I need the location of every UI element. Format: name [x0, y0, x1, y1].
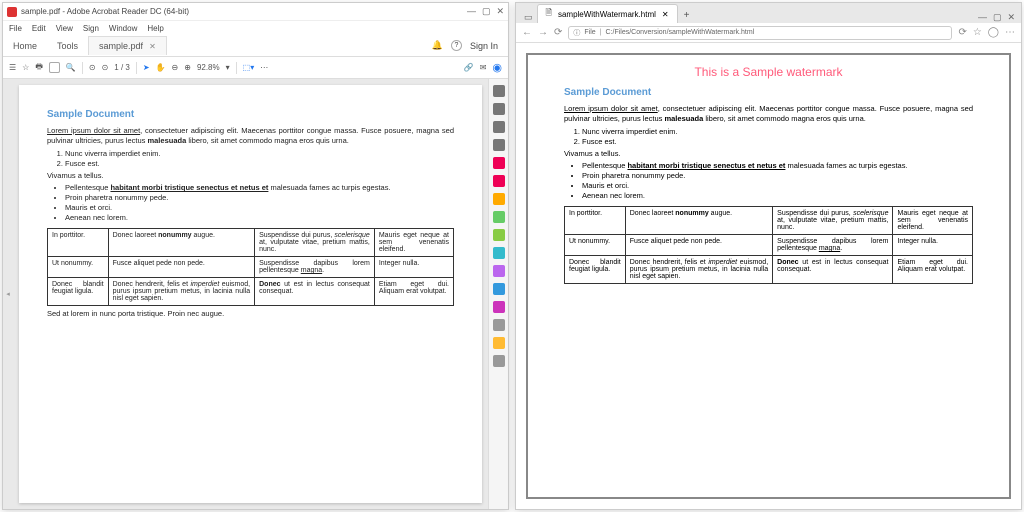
star-icon[interactable]: ☆: [22, 63, 29, 72]
menu-file[interactable]: File: [9, 24, 22, 33]
pointer-icon[interactable]: ➤: [143, 63, 150, 72]
back-button[interactable]: ←: [522, 27, 532, 38]
read-aloud-icon[interactable]: ⟳: [958, 27, 966, 38]
file-icon: ⓘ: [573, 28, 580, 38]
address-bar[interactable]: ⓘ File | C:/Files/Conversion/sampleWithW…: [568, 26, 952, 40]
tool-icon-14[interactable]: [493, 337, 505, 349]
browser-tabstrip: ▭ 🗎 sampleWithWatermark.html ✕ + —▢✕: [516, 3, 1021, 23]
tool-icon-9[interactable]: [493, 247, 505, 259]
new-tab-button[interactable]: +: [678, 8, 696, 23]
help-icon[interactable]: ?: [451, 40, 462, 51]
bell-icon[interactable]: 🔔: [432, 40, 443, 51]
tool-icon-8[interactable]: [493, 229, 505, 241]
tool-icon-4[interactable]: [493, 157, 505, 169]
browser-toolbar: ← → ⟳ ⓘ File | C:/Files/Conversion/sampl…: [516, 23, 1021, 43]
close-icon[interactable]: ✕: [662, 10, 669, 19]
account-icon[interactable]: ◉: [492, 61, 502, 74]
forward-button[interactable]: →: [538, 27, 548, 38]
close-icon: ✕: [496, 6, 504, 17]
tool-icon-12[interactable]: [493, 301, 505, 313]
left-panel-toggle[interactable]: ◂: [3, 79, 13, 509]
tool-icon-3[interactable]: [493, 139, 505, 151]
doc-table: In porttitor.Donec laoreet nonummy augue…: [564, 206, 973, 284]
menu-edit[interactable]: Edit: [32, 24, 46, 33]
page-up-icon[interactable]: ⊙: [89, 63, 96, 72]
menu-view[interactable]: View: [56, 24, 73, 33]
fit-icon[interactable]: ⬚▾: [243, 63, 255, 72]
tab-document[interactable]: sample.pdf✕: [88, 36, 167, 55]
menu-window[interactable]: Window: [109, 24, 137, 33]
pdf-page: Sample Document Lorem ipsum dolor sit am…: [19, 85, 482, 503]
watermark-text: This is a Sample watermark: [564, 65, 973, 79]
acrobat-right-tools: [488, 79, 508, 509]
sidebar-toggle-icon[interactable]: ☰: [9, 63, 16, 72]
tool-icon-0[interactable]: [493, 85, 505, 97]
maximize-icon: ▢: [482, 6, 491, 17]
hand-icon[interactable]: ✋: [156, 63, 166, 72]
tool-icon-2[interactable]: [493, 121, 505, 133]
page-down-icon[interactable]: ⊙: [102, 63, 109, 72]
html-page: This is a Sample watermark Sample Docume…: [526, 53, 1011, 499]
page-icon: 🗎: [546, 7, 552, 21]
tool-icon-10[interactable]: [493, 265, 505, 277]
favorites-icon[interactable]: ☆: [973, 27, 982, 38]
tool-icon-1[interactable]: [493, 103, 505, 115]
close-icon: ✕: [149, 42, 156, 51]
share-icon[interactable]: 🔗: [464, 63, 474, 72]
menu-icon[interactable]: ⋯: [1005, 27, 1015, 38]
page-indicator: 1 / 3: [114, 63, 130, 72]
acrobat-home-tabs: Home Tools sample.pdf✕ 🔔 ? Sign In: [3, 35, 508, 57]
tab-home[interactable]: Home: [3, 37, 47, 55]
tool-icon-13[interactable]: [493, 319, 505, 331]
reload-button[interactable]: ⟳: [554, 27, 562, 38]
menu-sign[interactable]: Sign: [83, 24, 99, 33]
save-icon[interactable]: [49, 62, 60, 73]
profile-icon[interactable]: ◯: [988, 27, 999, 38]
acrobat-title-text: sample.pdf - Adobe Acrobat Reader DC (64…: [21, 7, 189, 16]
tool-icon-15[interactable]: [493, 355, 505, 367]
signin-link[interactable]: Sign In: [470, 41, 498, 51]
more-icon[interactable]: ⋯: [260, 63, 268, 72]
doc-table: In porttitor.Donec laoreet nonummy augue…: [47, 228, 454, 306]
tool-icon-5[interactable]: [493, 175, 505, 187]
zoom-in-icon[interactable]: ⊕: [184, 63, 191, 72]
zoom-out-icon[interactable]: ⊖: [172, 63, 179, 72]
browser-viewport: This is a Sample watermark Sample Docume…: [516, 43, 1021, 509]
window-buttons[interactable]: —▢✕: [972, 12, 1021, 23]
search-icon[interactable]: 🔍: [66, 63, 76, 72]
tab-menu-icon[interactable]: ▭: [520, 12, 537, 23]
acrobat-body: ◂ Sample Document Lorem ipsum dolor sit …: [3, 79, 508, 509]
mail-icon[interactable]: ✉: [480, 63, 487, 72]
tab-tools[interactable]: Tools: [47, 37, 88, 55]
tool-icon-6[interactable]: [493, 193, 505, 205]
zoom-level: 92.8%: [197, 63, 220, 72]
acrobat-menubar: File Edit View Sign Window Help: [3, 21, 508, 35]
doc-heading: Sample Document: [564, 87, 973, 98]
acrobat-titlebar: sample.pdf - Adobe Acrobat Reader DC (64…: [3, 3, 508, 21]
acrobat-toolbar: ☰ ☆ 🖶 🔍 ⊙ ⊙ 1 / 3 ➤ ✋ ⊖ ⊕ 92.8% ▾ ⬚▾ ⋯ 🔗…: [3, 57, 508, 79]
acrobat-window: sample.pdf - Adobe Acrobat Reader DC (64…: [2, 2, 509, 510]
print-icon[interactable]: 🖶: [35, 61, 43, 75]
chevron-down-icon[interactable]: ▾: [226, 63, 230, 72]
minimize-icon: —: [467, 6, 476, 17]
acrobat-app-icon: [7, 7, 17, 17]
browser-tab[interactable]: 🗎 sampleWithWatermark.html ✕: [537, 4, 678, 23]
tool-icon-7[interactable]: [493, 211, 505, 223]
tool-icon-11[interactable]: [493, 283, 505, 295]
menu-help[interactable]: Help: [147, 24, 163, 33]
doc-heading: Sample Document: [47, 109, 454, 120]
browser-window: ▭ 🗎 sampleWithWatermark.html ✕ + —▢✕ ← →…: [515, 2, 1022, 510]
window-buttons[interactable]: — ▢ ✕: [467, 6, 504, 17]
